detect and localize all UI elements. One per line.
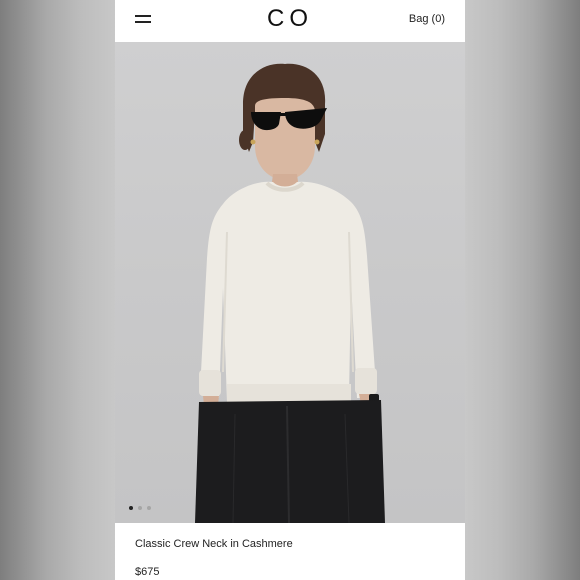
carousel-dot-1[interactable]: [129, 506, 133, 510]
carousel-dot-2[interactable]: [138, 506, 142, 510]
product-photo-illustration: [195, 63, 385, 523]
top-navigation-bar: CO Bag (0): [115, 0, 465, 42]
carousel-dot-3[interactable]: [147, 506, 151, 510]
product-price: $675: [135, 566, 160, 578]
mobile-page: CO Bag (0) Classic Crew Neck in Cashmere…: [115, 0, 465, 580]
carousel-indicator: [129, 506, 151, 510]
product-name[interactable]: Classic Crew Neck in Cashmere: [135, 538, 293, 550]
bag-link[interactable]: Bag (0): [409, 13, 445, 25]
product-image[interactable]: [115, 42, 465, 523]
